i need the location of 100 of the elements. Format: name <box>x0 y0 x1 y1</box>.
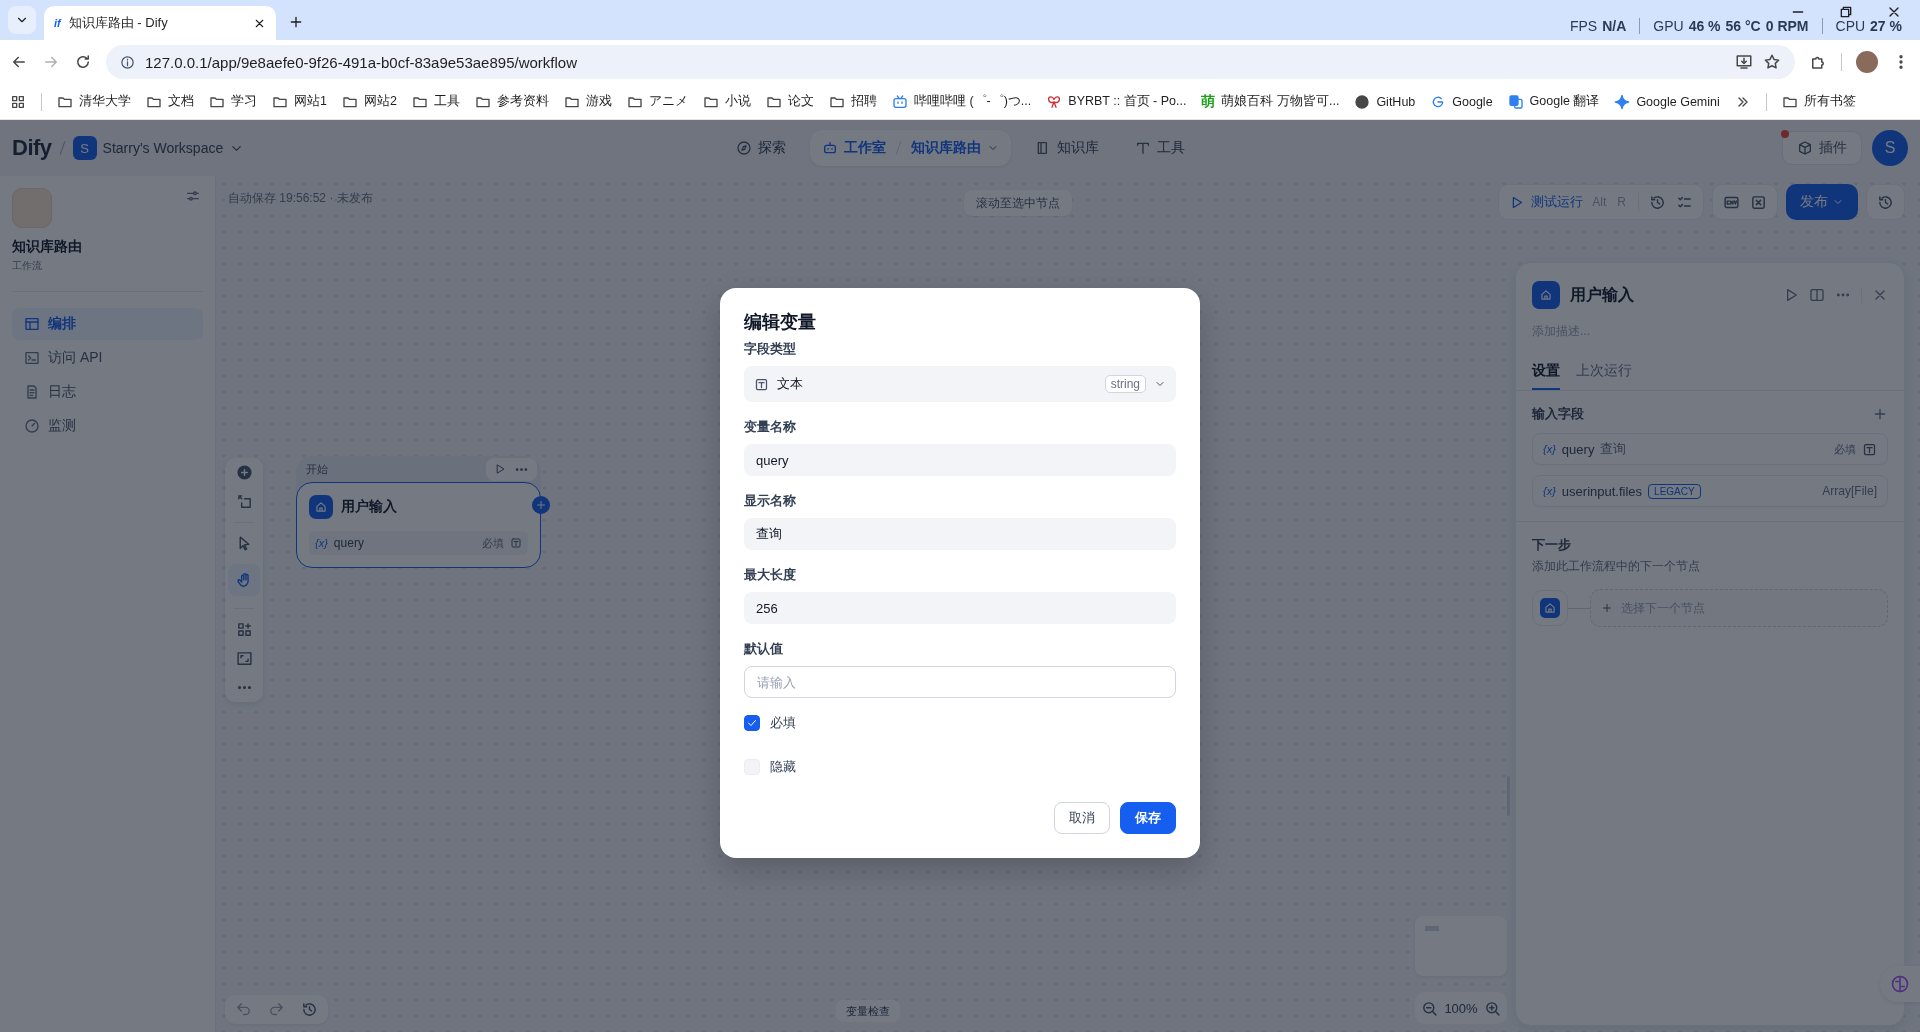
variable-name: query <box>333 536 365 550</box>
bookmark-link[interactable]: 招聘 <box>828 93 877 110</box>
robot-icon <box>821 140 838 156</box>
bookmark-link[interactable]: 工具 <box>411 93 460 110</box>
bookmark-link[interactable]: 文档 <box>146 93 194 110</box>
play-icon[interactable] <box>494 463 506 475</box>
plus-icon[interactable] <box>1872 406 1888 422</box>
text-field-icon <box>510 537 522 549</box>
text-input[interactable]: 请输入 <box>744 666 1176 698</box>
variable-icon: {x} <box>1543 485 1556 497</box>
perf-text: 27 % <box>1870 18 1902 34</box>
field-label: 显示名称 <box>744 492 797 510</box>
variable-name: query <box>1561 441 1595 457</box>
select-value: 文本 <box>777 375 803 393</box>
tab-title: 知识库路由 - Dify <box>68 14 169 32</box>
plus-icon <box>535 499 547 511</box>
address-bar[interactable]: 127.0.0.1/app/9e8aefe0-9f26-491a-b0cf-83a9e53ae895/workflow <box>106 45 1795 79</box>
node-group-label: 开始 <box>306 461 328 477</box>
variable-box-icon[interactable] <box>1750 193 1767 211</box>
bookmark-link[interactable]: 游戏 <box>563 93 612 110</box>
text-field-icon <box>1862 441 1877 457</box>
field-type-select[interactable]: 文本 string <box>744 366 1176 402</box>
plus-icon <box>1601 602 1613 614</box>
sparkle-icon <box>1614 93 1631 110</box>
variable-check-button[interactable]: 变量检查 <box>836 1000 900 1022</box>
butterfly-icon <box>1046 93 1063 110</box>
install-app-icon[interactable] <box>1735 53 1753 71</box>
dify-logo[interactable]: Dify <box>12 135 52 161</box>
section-title: 下一步 <box>1532 536 1572 554</box>
bookmark-link[interactable]: Google Gemini <box>1614 93 1720 110</box>
text-input[interactable]: 查询 <box>744 518 1176 550</box>
add-note-icon[interactable] <box>235 493 253 510</box>
add-node-icon[interactable] <box>235 464 253 481</box>
browser-tab[interactable]: if 知识库路由 - Dify <box>44 6 276 40</box>
bookmark-link[interactable]: GitHub <box>1354 93 1416 110</box>
home-icon <box>1540 598 1560 618</box>
organize-icon[interactable] <box>235 621 253 638</box>
variable-label: 查询 <box>1600 440 1627 458</box>
perf-text: N/A <box>1602 18 1627 34</box>
hand-tool-button[interactable] <box>228 564 260 596</box>
history-icon[interactable] <box>1877 193 1894 211</box>
bookmark-link[interactable]: 清华大学 <box>57 93 131 110</box>
document-icon <box>24 384 40 400</box>
bookmark-link[interactable]: 学习 <box>209 93 257 110</box>
checkbox-label: 必填 <box>770 714 796 732</box>
bookmark-link[interactable]: 哔哩哔哩 (゜-゜)つ... <box>891 93 1032 110</box>
bookmark-link[interactable]: 网站2 <box>341 93 397 110</box>
add-handle-button[interactable] <box>532 496 550 514</box>
cancel-button[interactable]: 取消 <box>1054 802 1110 834</box>
tab-favicon: if <box>54 17 61 29</box>
perf-text: GPU <box>1653 18 1684 34</box>
variable-type: Array[File] <box>1822 484 1877 498</box>
bookmark-link[interactable]: アニメ <box>626 93 688 110</box>
perf-text: CPU <box>1835 18 1866 34</box>
redo-icon[interactable] <box>268 1001 285 1018</box>
zoom-in-icon[interactable] <box>1484 999 1501 1017</box>
variable-icon: {x} <box>315 537 328 549</box>
bookmark-link[interactable]: 小说 <box>702 93 751 110</box>
url-text: 127.0.0.1/app/9e8aefe0-9f26-491a-b0cf-83a9e53ae895/workflow <box>145 53 577 71</box>
home-glyph-icon <box>1539 288 1553 302</box>
perf-text: FPS <box>1569 18 1598 34</box>
new-tab-icon[interactable] <box>288 14 304 30</box>
bookmark-link[interactable]: 萌 萌娘百科 万物皆可... <box>1201 92 1340 111</box>
text-input[interactable]: 256 <box>744 592 1176 624</box>
bookmark-link[interactable]: 论文 <box>765 93 814 110</box>
bookmark-link[interactable]: Google 翻译 <box>1507 93 1600 110</box>
dialog-title: 编辑变量 <box>744 311 817 334</box>
apps-grid-icon[interactable] <box>10 93 26 110</box>
bookmark-link[interactable]: 所有书签 <box>1781 93 1856 110</box>
app-name: 知识库路由 <box>12 238 83 256</box>
perf-text: 0 RPM <box>1765 18 1809 34</box>
checkbox[interactable] <box>744 715 760 731</box>
bookmark-link[interactable]: BYRBT :: 首页 - Po... <box>1046 93 1187 110</box>
profile-avatar[interactable] <box>1856 51 1878 73</box>
workspace-avatar: S <box>72 136 97 160</box>
checkbox-label: 隐藏 <box>770 758 796 776</box>
type-badge: string <box>1104 375 1146 393</box>
undo-icon[interactable] <box>235 1001 252 1018</box>
panel-tab[interactable]: 设置 <box>1532 362 1560 390</box>
field-label: 最大长度 <box>744 566 797 584</box>
run-history-icon[interactable] <box>1649 193 1666 211</box>
bookmark-link[interactable]: 网站1 <box>272 93 327 110</box>
field-label: 默认值 <box>744 640 784 658</box>
text-input[interactable]: query <box>744 444 1176 476</box>
restore-icon[interactable] <box>1838 4 1854 20</box>
split-view-icon[interactable] <box>1809 287 1825 303</box>
perf-text: 56 °C <box>1725 18 1761 34</box>
notification-dot <box>1781 130 1789 138</box>
bookmark-link[interactable]: Google <box>1430 93 1493 110</box>
gauge-icon <box>24 418 40 434</box>
bookmark-link[interactable]: 参考资料 <box>474 93 549 110</box>
history-icon[interactable] <box>301 1001 318 1018</box>
save-button[interactable]: 保存 <box>1120 802 1176 834</box>
frame-icon[interactable] <box>235 650 253 667</box>
field-label: 字段类型 <box>744 340 797 358</box>
zoom-out-icon[interactable] <box>1421 999 1438 1017</box>
panel-title: 用户输入 <box>1570 284 1634 305</box>
reload-icon[interactable] <box>74 53 92 71</box>
bookmark-star-icon[interactable] <box>1763 53 1781 71</box>
section-title: 输入字段 <box>1532 405 1584 423</box>
